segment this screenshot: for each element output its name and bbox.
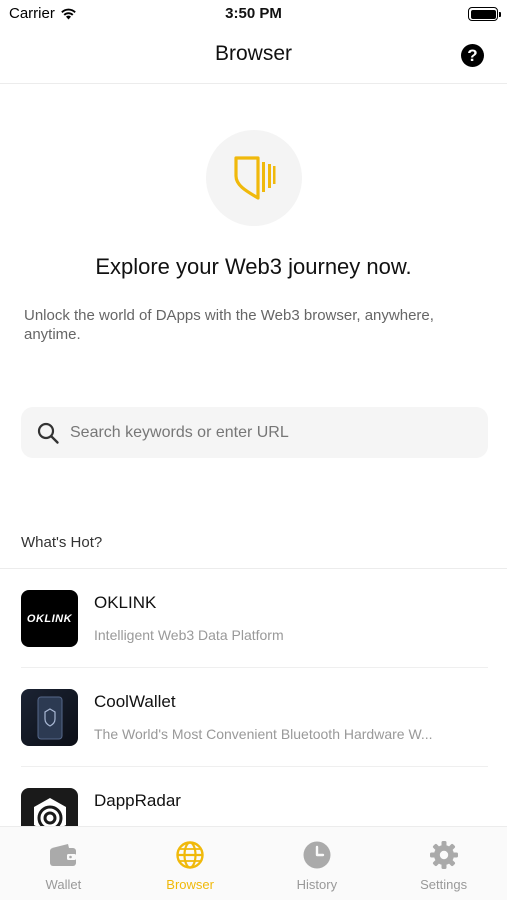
dapp-item-oklink[interactable]: OKLINK OKLINK Intelligent Web3 Data Plat… [0, 569, 507, 668]
navigation-bar: Browser ? [0, 28, 507, 84]
gear-icon [429, 840, 459, 870]
dapp-item-dappradar[interactable]: DappRadar [0, 767, 507, 826]
hero-subtext: Unlock the world of DApps with the Web3 … [24, 307, 434, 343]
tab-wallet[interactable]: Wallet [0, 827, 127, 900]
tab-history[interactable]: History [254, 827, 381, 900]
hardware-card-icon [37, 696, 62, 739]
shield-icon [234, 156, 276, 200]
tab-settings[interactable]: Settings [380, 827, 507, 900]
tab-bar: Wallet Browser History Settings [0, 826, 507, 900]
dapp-name: CoolWallet [94, 692, 176, 711]
dappradar-logo [21, 788, 78, 826]
hero-badge [206, 130, 302, 226]
tab-label: History [296, 877, 338, 892]
hero-headline: Explore your Web3 journey now. [95, 254, 412, 279]
search-icon [36, 421, 60, 445]
tab-label: Settings [420, 877, 468, 892]
clock: 3:50 PM [225, 5, 282, 22]
search-input[interactable] [70, 423, 470, 442]
wallet-icon [48, 840, 78, 870]
oklink-logo-text: OKLINK [26, 612, 73, 625]
dapp-item-coolwallet[interactable]: CoolWallet The World's Most Convenient B… [0, 668, 507, 767]
clock-icon [302, 840, 332, 870]
status-bar: Carrier 3:50 PM [0, 0, 507, 28]
globe-icon [175, 840, 205, 870]
battery-level [470, 9, 496, 19]
radar-icon [33, 798, 66, 826]
oklink-logo: OKLINK [21, 590, 78, 647]
section-title-whats-hot: What's Hot? [21, 534, 103, 551]
page-title: Browser [214, 42, 293, 65]
battery-icon [468, 7, 501, 21]
tab-browser[interactable]: Browser [127, 827, 254, 900]
tab-label: Browser [166, 877, 214, 892]
dapp-list: OKLINK OKLINK Intelligent Web3 Data Plat… [0, 569, 507, 826]
dapp-description: Intelligent Web3 Data Platform [94, 627, 284, 643]
coolwallet-logo [21, 689, 78, 746]
dapp-name: DappRadar [94, 791, 181, 810]
dapp-description: The World's Most Convenient Bluetooth Ha… [94, 726, 433, 742]
search-bar[interactable] [21, 407, 488, 458]
tab-label: Wallet [45, 877, 82, 892]
dapp-name: OKLINK [94, 593, 157, 612]
help-button[interactable]: ? [461, 44, 484, 67]
